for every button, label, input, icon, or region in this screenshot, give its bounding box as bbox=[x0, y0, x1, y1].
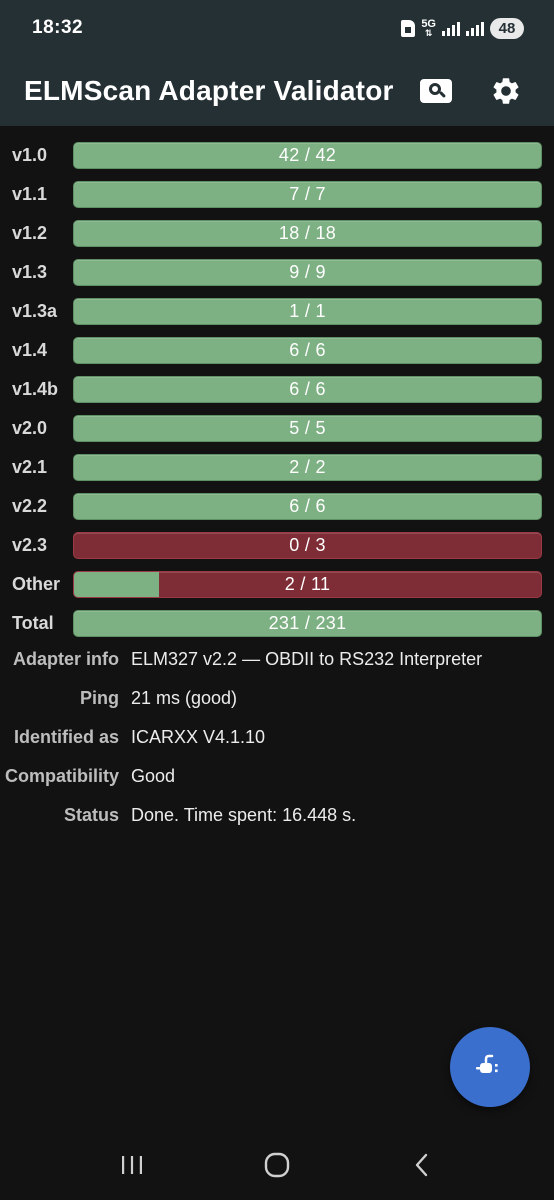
info-row: Adapter info ELM327 v2.2 — OBDII to RS232… bbox=[0, 640, 554, 679]
result-version-label: Other bbox=[12, 574, 61, 594]
recents-icon bbox=[122, 1156, 143, 1174]
result-score-text: 7 / 7 bbox=[289, 184, 326, 204]
back-icon bbox=[415, 1153, 427, 1177]
adapter-info-list: Adapter info ELM327 v2.2 — OBDII to RS232… bbox=[0, 640, 554, 835]
result-row: v1.2 18 / 18 bbox=[0, 214, 554, 253]
info-value: 21 ms (good) bbox=[131, 688, 238, 708]
result-progress-bar: 18 / 18 bbox=[73, 220, 542, 247]
info-row: Compatibility Good bbox=[0, 757, 554, 796]
result-progress-bar: 231 / 231 bbox=[73, 610, 542, 637]
sim-card-icon bbox=[401, 19, 416, 37]
result-progress-bar: 9 / 9 bbox=[73, 259, 542, 286]
result-row: v1.0 42 / 42 bbox=[0, 136, 554, 175]
result-version-label: Total bbox=[12, 613, 54, 633]
network-type-icon: 5G ⇅ bbox=[421, 17, 436, 38]
result-progress-bar: 1 / 1 bbox=[73, 298, 542, 325]
result-score-text: 9 / 9 bbox=[289, 262, 326, 282]
result-version-label: v1.1 bbox=[12, 184, 48, 204]
home-button[interactable] bbox=[247, 1140, 307, 1190]
settings-button[interactable] bbox=[482, 67, 530, 115]
result-row: v2.3 0 / 3 bbox=[0, 526, 554, 565]
result-score-text: 6 / 6 bbox=[289, 379, 326, 399]
result-row: v1.1 7 / 7 bbox=[0, 175, 554, 214]
system-navigation-bar bbox=[0, 1130, 554, 1200]
app-bar: ELMScan Adapter Validator bbox=[0, 56, 554, 126]
result-row: v1.4b 6 / 6 bbox=[0, 370, 554, 409]
info-label: Status bbox=[63, 805, 119, 825]
info-row: Identified as ICARXX V4.1.10 bbox=[0, 718, 554, 757]
result-score-text: 231 / 231 bbox=[268, 613, 347, 633]
result-row: v1.3a 1 / 1 bbox=[0, 292, 554, 331]
result-score-text: 18 / 18 bbox=[278, 223, 337, 243]
info-value: ELM327 v2.2 — OBDII to RS232 Interpreter bbox=[131, 649, 483, 669]
result-score-text: 0 / 3 bbox=[289, 535, 326, 555]
info-label: Adapter info bbox=[13, 649, 119, 669]
result-row: v2.2 6 / 6 bbox=[0, 487, 554, 526]
result-progress-bar: 6 / 6 bbox=[73, 493, 542, 520]
results-list: v1.0 42 / 42 v1.1 7 / 7 v1.2 18 / 18 v1.3 9 / 9… bbox=[0, 136, 554, 643]
result-score-text: 42 / 42 bbox=[278, 145, 337, 165]
info-value: Good bbox=[131, 766, 176, 786]
result-version-label: v1.4 bbox=[12, 340, 48, 360]
plug-icon bbox=[476, 1054, 498, 1073]
result-progress-bar: 6 / 6 bbox=[73, 376, 542, 403]
info-label: Identified as bbox=[13, 727, 119, 747]
gear-icon bbox=[493, 78, 519, 104]
home-icon bbox=[264, 1152, 290, 1178]
result-score-text: 1 / 1 bbox=[289, 301, 326, 321]
info-value: Done. Time spent: 16.448 s. bbox=[131, 805, 357, 825]
result-row: v1.4 6 / 6 bbox=[0, 331, 554, 370]
search-button[interactable] bbox=[412, 67, 460, 115]
result-progress-bar: 42 / 42 bbox=[73, 142, 542, 169]
result-score-text: 6 / 6 bbox=[289, 340, 326, 360]
app-screen: 18:32 5G ⇅ 48 ELMScan Adapter Validator bbox=[0, 0, 554, 1200]
signal-strength-icon bbox=[442, 20, 460, 36]
network-type-label: 5G bbox=[421, 17, 436, 30]
result-progress-bar: 2 / 11 bbox=[73, 571, 542, 598]
result-progress-bar: 7 / 7 bbox=[73, 181, 542, 208]
result-progress-bar: 2 / 2 bbox=[73, 454, 542, 481]
connect-button[interactable] bbox=[450, 1027, 530, 1107]
battery-level: 48 bbox=[490, 17, 524, 39]
result-version-label: v1.4b bbox=[12, 379, 59, 399]
result-score-text: 5 / 5 bbox=[289, 418, 326, 438]
info-row: Ping 21 ms (good) bbox=[0, 679, 554, 718]
result-version-label: v1.3a bbox=[12, 301, 58, 321]
info-label: Ping bbox=[80, 688, 119, 708]
status-bar: 18:32 5G ⇅ 48 bbox=[0, 0, 554, 56]
result-version-label: v2.2 bbox=[12, 496, 48, 516]
signal-strength-icon-2 bbox=[466, 20, 484, 36]
result-row: Other 2 / 11 bbox=[0, 565, 554, 604]
result-progress-bar: 6 / 6 bbox=[73, 337, 542, 364]
recents-button[interactable] bbox=[102, 1140, 162, 1190]
status-time: 18:32 bbox=[32, 17, 84, 38]
result-row: v1.3 9 / 9 bbox=[0, 253, 554, 292]
result-version-label: v2.0 bbox=[12, 418, 48, 438]
search-icon bbox=[420, 79, 452, 103]
status-icons: 5G ⇅ 48 bbox=[401, 17, 524, 39]
result-version-label: v1.0 bbox=[12, 145, 48, 165]
result-version-label: v1.3 bbox=[12, 262, 48, 282]
result-version-label: v1.2 bbox=[12, 223, 48, 243]
result-score-text: 2 / 2 bbox=[289, 457, 326, 477]
info-label: Compatibility bbox=[4, 766, 119, 786]
info-row: Status Done. Time spent: 16.448 s. bbox=[0, 796, 554, 835]
result-version-label: v2.3 bbox=[12, 535, 48, 555]
result-score-text: 6 / 6 bbox=[289, 496, 326, 516]
result-version-label: v2.1 bbox=[12, 457, 48, 477]
app-title: ELMScan Adapter Validator bbox=[24, 75, 394, 106]
result-progress-bar: 5 / 5 bbox=[73, 415, 542, 442]
result-row: v2.0 5 / 5 bbox=[0, 409, 554, 448]
back-button[interactable] bbox=[392, 1140, 452, 1190]
result-progress-bar: 0 / 3 bbox=[73, 532, 542, 559]
result-score-text: 2 / 11 bbox=[284, 574, 331, 594]
result-row: v2.1 2 / 2 bbox=[0, 448, 554, 487]
info-value: ICARXX V4.1.10 bbox=[131, 727, 266, 747]
result-row: Total 231 / 231 bbox=[0, 604, 554, 643]
